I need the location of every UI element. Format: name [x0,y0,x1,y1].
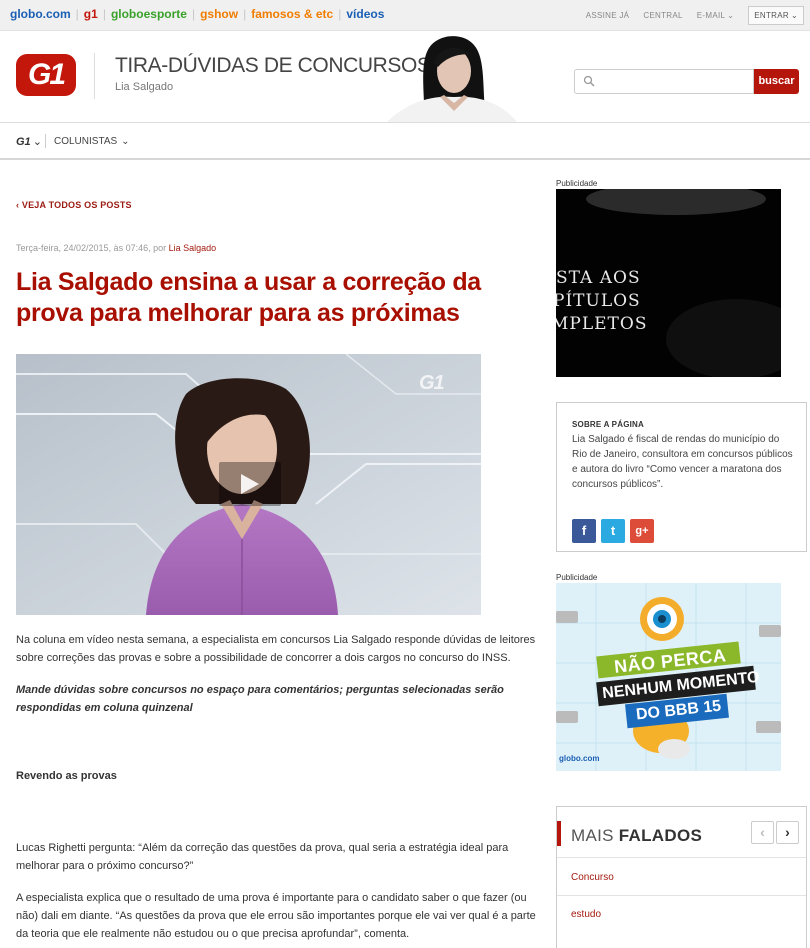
video-watermark-logo: G1 [419,372,445,394]
brand-famosos-link[interactable]: famosos & etc [251,7,333,21]
gplus-share-button[interactable]: g+ [630,519,654,543]
facebook-share-button[interactable]: f [572,519,596,543]
brand-g1-link[interactable]: g1 [84,7,98,21]
ad-text: STA AOS PÍTULOS MPLETOS [556,267,647,336]
nav-colunistas-label: COLUNISTAS [54,136,118,147]
chevron-down-icon: ⌄ [32,136,42,148]
twitter-icon: t [610,523,616,538]
divider [94,53,95,99]
nav-g1-menu[interactable]: G1 ⌄ [16,135,42,148]
facebook-icon: f [581,523,587,538]
gplus-icon: g+ [635,525,649,537]
globo-top-bar: globo.com | g1 | globoesporte | gshow | … [0,0,810,31]
separator: | [75,7,79,21]
login-label: ENTRAR [754,11,789,20]
back-label: VEJA TODOS OS POSTS [21,200,132,210]
chevron-right-icon: › [785,824,790,840]
search-input[interactable] [574,69,754,94]
mais-falados-box: MAIS FALADOS ‹ › Concurso estudo [556,806,807,948]
about-page-box: SOBRE A PÁGINA Lia Salgado é fiscal de r… [556,402,807,552]
nav-g1-label: G1 [16,136,31,148]
ad-brand-logo: globo.com [559,754,600,763]
author-portrait [386,36,518,123]
ad-text-line: MPLETOS [556,314,648,334]
brand-globoesporte-link[interactable]: globoesporte [111,7,187,21]
separator: | [338,7,342,21]
post-date: Terça-feira, 24/02/2015, às 07:46, por [16,243,167,253]
email-label: E-MAIL [696,11,726,20]
blog-title[interactable]: TIRA-DÚVIDAS DE CONCURSOS [115,54,431,78]
article-paragraph: A especialista explica que o resultado d… [16,892,536,940]
ad-banner-bbb[interactable]: NÃO PERCA NENHUM MOMENTO DO BBB 15 globo… [556,583,781,771]
heading-prefix: MAIS [571,826,614,845]
ad-banner-series[interactable]: STA AOS PÍTULOS MPLETOS [556,189,781,377]
post-meta: Terça-feira, 24/02/2015, às 07:46, por L… [16,243,216,253]
separator: | [191,7,196,21]
section-heading: Revendo as provas [16,770,117,782]
divider [45,134,46,148]
prev-arrow-button[interactable]: ‹ [751,821,774,844]
chevron-down-icon: ⌄ [727,11,735,20]
login-button[interactable]: ENTRAR ⌄ [748,6,804,25]
search-icon [583,75,595,87]
blog-author: Lia Salgado [115,81,174,93]
mais-falados-heading: MAIS FALADOS [571,826,702,846]
blog-header: G1 TIRA-DÚVIDAS DE CONCURSOS Lia Salgado… [0,31,810,123]
ad-text-line: PÍTULOS [556,291,641,311]
assine-link[interactable]: ASSINE JÁ [586,11,630,20]
twitter-share-button[interactable]: t [601,519,625,543]
accent-bar [557,821,561,846]
article-paragraph: Na coluna em vídeo nesta semana, a espec… [16,634,536,664]
ad-text-line: STA AOS [556,268,641,288]
ad-label: Publicidade [556,179,598,188]
g1-logo[interactable]: G1 [16,54,76,96]
heading-bold: FALADOS [618,826,703,845]
section-nav: G1 ⌄ COLUNISTAS ⌄ [0,122,810,160]
nav-colunistas-menu[interactable]: COLUNISTAS ⌄ [54,136,130,147]
account-links: ASSINE JÁ CENTRAL E-MAIL ⌄ ENTRAR ⌄ [572,6,804,25]
separator: | [243,7,247,21]
post-author-link[interactable]: Lia Salgado [169,243,217,253]
video-player[interactable]: G1 [16,354,481,615]
post-title: Lia Salgado ensina a usar a correção da … [16,268,481,327]
brand-globo-link[interactable]: globo.com [10,7,71,21]
globo-brand-links: globo.com | g1 | globoesporte | gshow | … [10,7,384,21]
about-text: Lia Salgado é fiscal de rendas do municí… [572,434,793,490]
mais-falados-item[interactable]: Concurso [571,872,614,883]
chevron-down-icon: ⌄ [121,136,130,147]
email-link[interactable]: E-MAIL ⌄ [697,11,735,20]
separator: | [102,7,106,21]
chevron-down-icon: ⌄ [790,11,798,20]
divider [557,895,806,896]
article-paragraph: Lucas Righetti pergunta: “Além da correç… [16,842,509,872]
back-to-posts-link[interactable]: ‹ VEJA TODOS OS POSTS [16,200,132,210]
next-arrow-button[interactable]: › [776,821,799,844]
search-button[interactable]: buscar [754,69,799,94]
about-heading: SOBRE A PÁGINA [572,420,644,429]
brand-videos-link[interactable]: vídeos [346,7,384,21]
divider [557,857,806,858]
mais-falados-item[interactable]: estudo [571,909,601,920]
central-link[interactable]: CENTRAL [643,11,682,20]
article-callout: Mande dúvidas sobre concursos no espaço … [16,684,504,714]
chevron-left-icon: ‹ [760,824,765,840]
play-icon[interactable] [219,462,281,506]
ad-label: Publicidade [556,573,598,582]
brand-gshow-link[interactable]: gshow [200,7,238,21]
